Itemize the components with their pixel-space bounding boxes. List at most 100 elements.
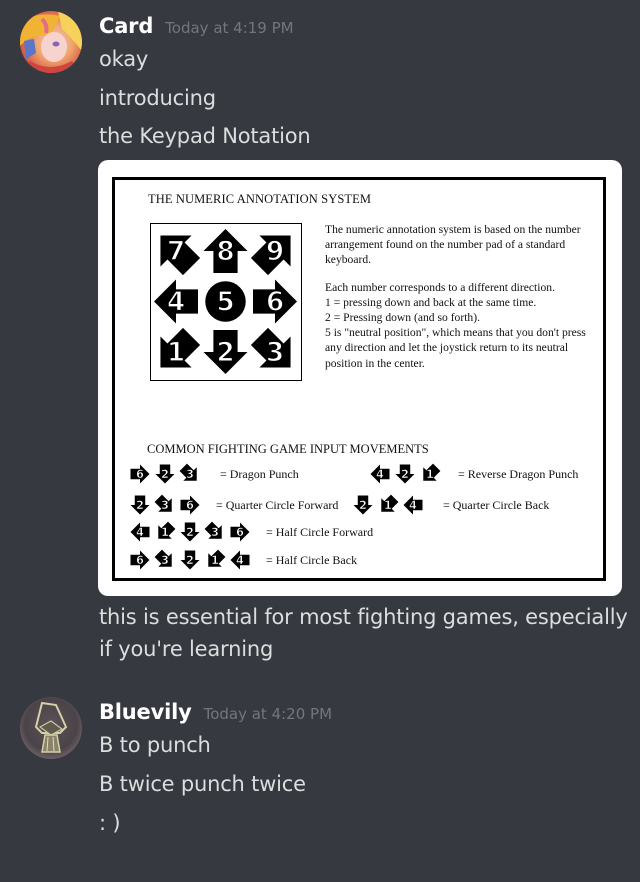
arrow-number: 4 xyxy=(409,498,417,512)
arrow-number: 7 xyxy=(167,236,185,267)
arrow-number: 3 xyxy=(161,498,169,512)
arrow-down-forward-icon: 3 xyxy=(154,494,172,512)
keypad-arrows: 7 8 9 4 5 6 1 2 3 xyxy=(154,229,297,374)
arrow-number: 6 xyxy=(136,553,144,567)
message-text: if you're learning xyxy=(99,637,274,661)
message-header: Card Today at 4:19 PM xyxy=(99,14,294,38)
move-quarter-circle-forward: 2 3 6 = Quarter Circle Forward xyxy=(129,494,338,516)
move-label: = Dragon Punch xyxy=(220,466,299,481)
message-text: okay xyxy=(99,47,149,71)
description-paragraph: Each number corresponds to a different d… xyxy=(325,280,555,294)
arrow-number: 4 xyxy=(136,525,144,539)
avatar-card[interactable] xyxy=(20,11,82,73)
moves-title: COMMON FIGHTING GAME INPUT MOVEMENTS xyxy=(147,442,429,456)
arrow-down-icon: 2 xyxy=(395,464,415,484)
keypad-diagram: 78 9 45 6 12 3 xyxy=(150,223,302,381)
input-arrows: 2 3 6 xyxy=(130,494,200,515)
arrow-number: 1 xyxy=(211,553,219,567)
arrow-number: 2 xyxy=(186,553,194,567)
arrow-down-back-icon: 1 xyxy=(381,494,399,512)
arrow-down-icon: 2 xyxy=(180,522,200,542)
input-sequence: 6 2 3 xyxy=(129,463,204,485)
arrow-number: 3 xyxy=(186,467,194,481)
description-line: 1 = pressing down and back at the same t… xyxy=(325,295,537,309)
message-text: B twice punch twice xyxy=(99,772,306,796)
arrow-number: 2 xyxy=(161,467,169,481)
arrow-number: 6 xyxy=(236,525,244,539)
anime-character-avatar-icon xyxy=(20,11,82,73)
arrow-down-back-icon: 1 xyxy=(208,549,226,567)
move-half-circle-back: 6 3 2 1 4 = Half Circle Back xyxy=(129,549,357,571)
message-text: B to punch xyxy=(99,733,211,757)
arrow-number: 6 xyxy=(266,287,284,318)
arrow-down-forward-icon: 3 xyxy=(250,327,291,369)
timestamp: Today at 4:20 PM xyxy=(203,705,333,723)
arrow-number: 4 xyxy=(376,467,384,481)
arrow-number: 4 xyxy=(167,287,185,318)
arrow-down-back-icon: 1 xyxy=(160,327,201,369)
arrow-down-icon: 2 xyxy=(203,330,248,374)
move-label: = Half Circle Back xyxy=(266,552,358,567)
timestamp: Today at 4:19 PM xyxy=(165,19,294,37)
arrow-number: 4 xyxy=(236,553,244,567)
arrow-down-icon: 2 xyxy=(130,495,150,515)
arrow-number: 3 xyxy=(211,525,219,539)
arrow-down-icon: 2 xyxy=(155,464,175,484)
arrow-down-back-icon: 1 xyxy=(423,463,441,481)
input-arrows: 6 2 3 xyxy=(130,463,197,484)
arrow-back-icon: 4 xyxy=(403,495,423,515)
arrow-back-icon: 4 xyxy=(130,522,150,542)
arrow-forward-icon: 6 xyxy=(130,550,150,570)
move-dragon-punch: 6 2 3 = Dragon Punch xyxy=(129,463,299,485)
arrow-number: 3 xyxy=(161,553,169,567)
arrow-number: 2 xyxy=(136,498,144,512)
arrow-number: 6 xyxy=(186,498,194,512)
arrow-back-icon: 4 xyxy=(370,464,390,484)
username[interactable]: Card xyxy=(99,14,153,38)
arrow-forward-icon: 6 xyxy=(180,495,200,515)
description-line: 5 is "neutral position", which means tha… xyxy=(325,326,586,370)
arrow-up-forward-icon: 9 xyxy=(250,235,291,276)
arrow-up-icon: 8 xyxy=(203,229,248,273)
document-title: THE NUMERIC ANNOTATION SYSTEM xyxy=(148,192,372,206)
message-text: : ) xyxy=(99,811,121,835)
arrow-number: 5 xyxy=(216,287,234,318)
move-half-circle-forward: 4 1 2 3 6 = Half Circle Forward xyxy=(129,521,373,543)
input-sequence: 4 2 1 xyxy=(369,463,444,485)
arrow-back-icon: 4 xyxy=(230,550,250,570)
message-text: introducing xyxy=(99,86,216,110)
avatar-bluevily[interactable] xyxy=(20,697,82,759)
arrow-number: 2 xyxy=(216,337,234,368)
description: The numeric annotation system is based o… xyxy=(325,222,590,371)
arrow-neutral-icon: 5 xyxy=(205,281,246,322)
input-arrows: 6 3 2 1 4 xyxy=(130,549,250,570)
arrow-back-icon: 4 xyxy=(154,279,198,324)
description-paragraph: The numeric annotation system is based o… xyxy=(325,223,581,267)
arrow-number: 1 xyxy=(167,337,185,368)
arrow-down-icon: 2 xyxy=(180,550,200,570)
image-attachment[interactable]: THE NUMERIC ANNOTATION SYSTEM 789456123 … xyxy=(98,160,622,596)
message-text: the Keypad Notation xyxy=(99,124,311,148)
move-reverse-dragon-punch: 4 2 1 = Reverse Dragon Punch xyxy=(369,463,578,485)
hooded-figure-avatar-icon xyxy=(20,697,82,759)
arrow-number: 6 xyxy=(136,467,144,481)
arrow-down-forward-icon: 3 xyxy=(179,463,197,481)
keypad-notation-document: THE NUMERIC ANNOTATION SYSTEM 789456123 … xyxy=(112,177,606,581)
arrow-number: 1 xyxy=(384,498,392,512)
username[interactable]: Bluevily xyxy=(99,700,192,724)
move-quarter-circle-back: 2 1 4 = Quarter Circle Back xyxy=(352,494,549,516)
arrow-forward-icon: 6 xyxy=(253,279,297,324)
input-sequence: 2 1 4 xyxy=(352,494,427,516)
arrow-number: 2 xyxy=(359,498,367,512)
arrow-number: 3 xyxy=(266,337,284,368)
arrow-down-forward-icon: 3 xyxy=(204,521,222,539)
move-label: = Reverse Dragon Punch xyxy=(458,466,579,481)
input-sequence: 6 3 2 1 4 xyxy=(129,549,254,571)
arrow-number: 2 xyxy=(186,525,194,539)
arrow-number: 2 xyxy=(401,467,409,481)
move-label: = Quarter Circle Forward xyxy=(216,497,339,512)
message-header: Bluevily Today at 4:20 PM xyxy=(99,700,332,724)
arrow-up-back-icon: 7 xyxy=(160,235,201,276)
move-label: = Half Circle Forward xyxy=(266,524,374,539)
input-arrows: 4 1 2 3 6 xyxy=(130,521,250,542)
